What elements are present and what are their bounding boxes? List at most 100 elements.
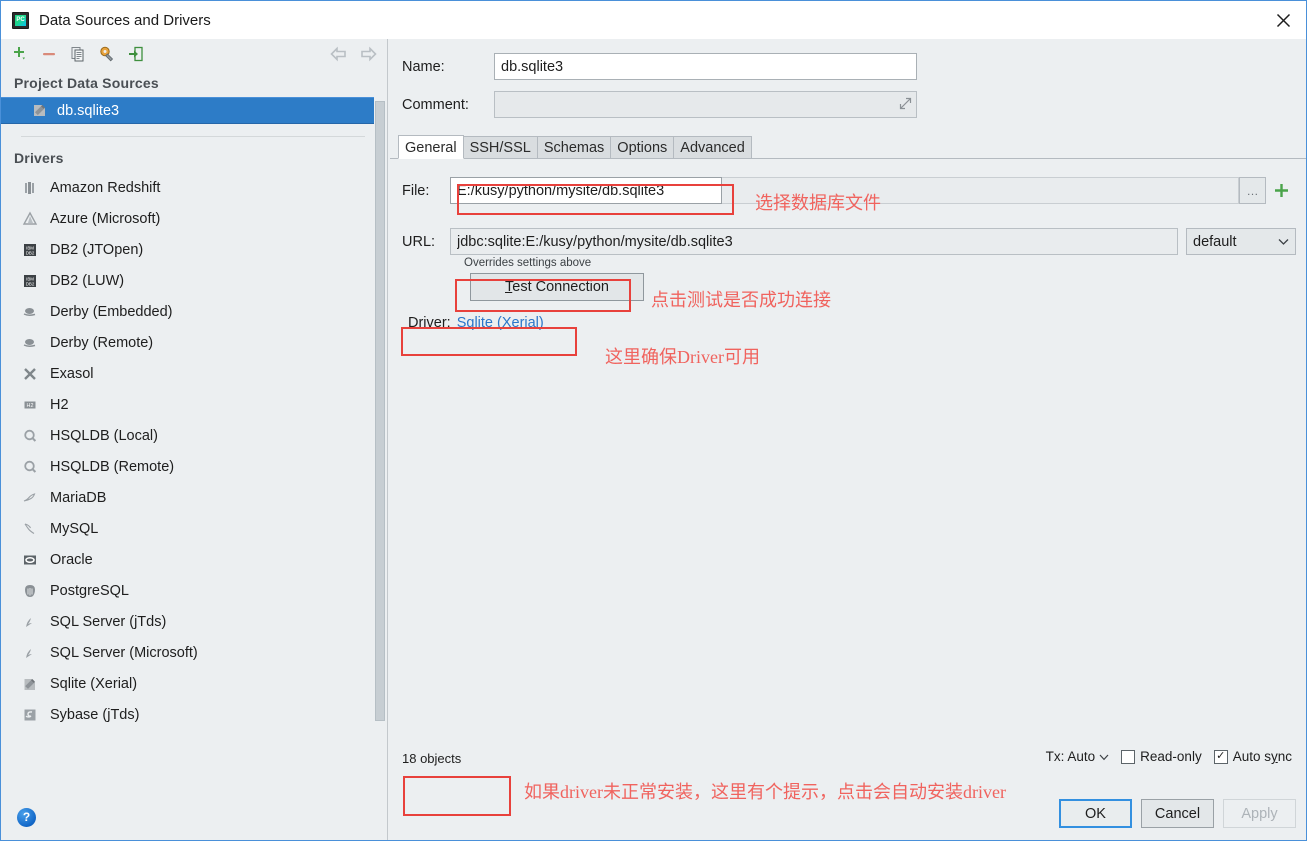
url-row: URL: default	[402, 228, 1296, 255]
sidebar-item-label: MariaDB	[50, 489, 107, 506]
test-connection-button[interactable]: Test Connection	[470, 273, 644, 301]
arrow-left-icon[interactable]	[326, 42, 352, 66]
sidebar-item-label: DB2 (JTOpen)	[50, 241, 144, 258]
file-input[interactable]	[450, 177, 722, 204]
tab-options[interactable]: Options	[610, 136, 675, 159]
driver-row: Driver: Sqlite (Xerial)	[408, 315, 578, 331]
overrides-note: Overrides settings above	[464, 257, 592, 269]
remove-button[interactable]	[36, 42, 62, 66]
h2-icon: H2	[21, 396, 39, 414]
sidebar-item-label: Exasol	[50, 365, 94, 382]
sidebar-scrollbar[interactable]	[374, 101, 386, 759]
cancel-button[interactable]: Cancel	[1141, 799, 1214, 828]
read-only-checkbox[interactable]: Read-only	[1121, 749, 1202, 764]
sidebar-item-hsqldb-local[interactable]: HSQLDB (Local)	[1, 420, 387, 451]
sidebar-item-db2-jtopen[interactable]: IBM DB2 DB2 (JTOpen)	[1, 234, 387, 265]
annotation-select-db-file: 选择数据库文件	[755, 193, 881, 213]
browse-file-button[interactable]: …	[1239, 177, 1266, 204]
wrench-icon[interactable]	[94, 42, 120, 66]
sidebar-item-label: Azure (Microsoft)	[50, 210, 161, 227]
sidebar-item-sqlite-xerial[interactable]: Sqlite (Xerial)	[1, 668, 387, 699]
arrow-right-icon[interactable]	[355, 42, 381, 66]
tab-ssh-ssl[interactable]: SSH/SSL	[462, 136, 538, 159]
header-fields: Name: Comment:	[388, 39, 1306, 129]
sidebar-item-exasol[interactable]: Exasol	[1, 358, 387, 389]
auto-sync-checkbox[interactable]: ✓ Auto sync	[1213, 749, 1292, 764]
db2-icon: IBM DB2	[21, 272, 39, 290]
mariadb-icon	[21, 489, 39, 507]
general-tab-panel: File: … URL: default	[388, 159, 1306, 840]
status-controls: Tx: Auto Read-only ✓ Auto sync	[1046, 749, 1292, 764]
sidebar-item-hsqldb-remote[interactable]: HSQLDB (Remote)	[1, 451, 387, 482]
tab-advanced[interactable]: Advanced	[673, 136, 752, 159]
scrollbar-thumb[interactable]	[375, 101, 385, 721]
sidebar-item-derby-remote[interactable]: Derby (Remote)	[1, 327, 387, 358]
sybase-icon	[21, 706, 39, 724]
sidebar-item-derby-embedded[interactable]: Derby (Embedded)	[1, 296, 387, 327]
url-input[interactable]	[450, 228, 1178, 255]
sidebar-item-label: MySQL	[50, 520, 99, 537]
oracle-icon	[21, 551, 39, 569]
title-bar: Data Sources and Drivers	[1, 1, 1306, 39]
add-file-button[interactable]	[1266, 177, 1296, 204]
apply-button: Apply	[1223, 799, 1296, 828]
expand-icon[interactable]	[899, 97, 912, 113]
comment-label: Comment:	[402, 96, 469, 113]
azure-icon	[21, 210, 39, 228]
tab-schemas[interactable]: Schemas	[536, 136, 612, 159]
sidebar-item-db-sqlite3[interactable]: db.sqlite3	[1, 97, 374, 124]
driver-label: Driver:	[408, 315, 451, 331]
sources-and-drivers-tree[interactable]: Project Data Sources db.sqlite3 Drivers	[1, 69, 387, 794]
annotation-driver-install: 如果driver未正常安装，这里有个提示，点击会自动安装driver	[524, 782, 1006, 802]
sidebar-item-label: Derby (Embedded)	[50, 303, 173, 320]
postgresql-icon	[21, 582, 39, 600]
sidebar-item-azure-microsoft[interactable]: Azure (Microsoft)	[1, 203, 387, 234]
tx-mode-select[interactable]: Tx: Auto	[1046, 749, 1110, 764]
comment-input[interactable]	[494, 91, 917, 118]
sidebar-item-db2-luw[interactable]: IBM DB2 DB2 (LUW)	[1, 265, 387, 296]
sidebar-item-oracle[interactable]: Oracle	[1, 544, 387, 575]
ok-button[interactable]: OK	[1059, 799, 1132, 828]
exasol-icon	[21, 365, 39, 383]
redshift-icon	[21, 179, 39, 197]
copy-button[interactable]	[65, 42, 91, 66]
sidebar-item-mariadb[interactable]: MariaDB	[1, 482, 387, 513]
sidebar-footer: ?	[1, 794, 387, 840]
pycharm-icon	[12, 11, 29, 29]
name-input[interactable]	[494, 53, 917, 80]
sidebar-item-h2[interactable]: H2 H2	[1, 389, 387, 420]
derby-icon	[21, 334, 39, 352]
sidebar-item-sql-server-jtds[interactable]: SQL Server (jTds)	[1, 606, 387, 637]
close-icon[interactable]	[1260, 1, 1306, 39]
sidebar-item-label: Amazon Redshift	[50, 179, 161, 196]
sidebar-item-postgresql[interactable]: PostgreSQL	[1, 575, 387, 606]
driver-link[interactable]: Sqlite (Xerial)	[457, 315, 544, 331]
annotation-driver-available: 这里确保Driver可用	[605, 347, 760, 367]
sidebar-item-label: Oracle	[50, 551, 93, 568]
add-button[interactable]	[7, 42, 33, 66]
chevron-down-icon	[1099, 749, 1109, 764]
url-scope-value: default	[1193, 233, 1237, 250]
name-row: Name:	[402, 53, 1296, 80]
sidebar-item-label: HSQLDB (Remote)	[50, 458, 175, 475]
sidebar-item-amazon-redshift[interactable]: Amazon Redshift	[1, 172, 387, 203]
sidebar-item-mysql[interactable]: MySQL	[1, 513, 387, 544]
derby-icon	[21, 303, 39, 321]
sidebar-item-label: HSQLDB (Local)	[50, 427, 158, 444]
tab-general[interactable]: General	[398, 135, 464, 159]
sidebar-item-sql-server-microsoft[interactable]: SQL Server (Microsoft)	[1, 637, 387, 668]
file-label: File:	[402, 182, 430, 199]
sidebar-item-label: Sybase (jTds)	[50, 706, 140, 723]
dialog-body: Project Data Sources db.sqlite3 Drivers	[1, 39, 1306, 840]
chevron-down-icon	[1278, 234, 1289, 250]
sidebar-item-sybase-jtds[interactable]: Sybase (jTds)	[1, 699, 387, 730]
svg-text:DB2: DB2	[26, 250, 35, 255]
mysql-icon	[21, 520, 39, 538]
sidebar-item-label: Derby (Remote)	[50, 334, 154, 351]
sidebar-item-label: Sqlite (Xerial)	[50, 675, 138, 692]
url-scope-select[interactable]: default	[1186, 228, 1296, 255]
tab-bar[interactable]: General SSH/SSL Schemas Options Advanced	[390, 135, 1306, 159]
import-arrow-icon[interactable]	[123, 42, 149, 66]
comment-row: Comment:	[402, 91, 1296, 118]
help-icon[interactable]: ?	[17, 807, 36, 827]
